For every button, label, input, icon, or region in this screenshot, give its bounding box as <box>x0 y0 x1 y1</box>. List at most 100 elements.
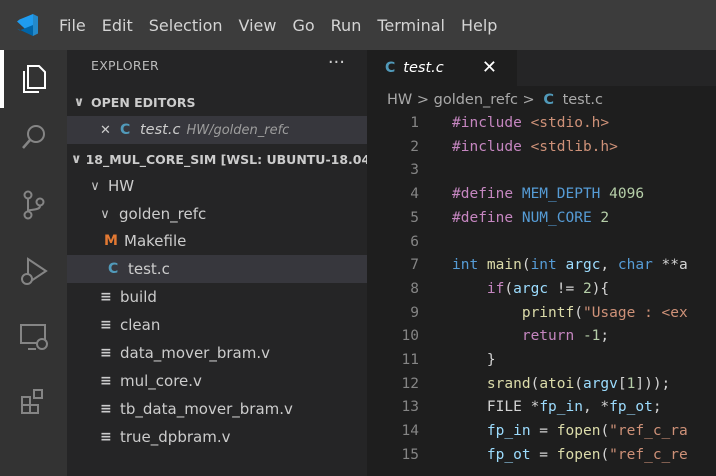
file-name: clean <box>120 316 161 334</box>
folder-label: golden_refc <box>119 205 207 223</box>
code-token: char <box>617 257 662 274</box>
code-token: [ <box>617 375 627 392</box>
extensions-icon[interactable] <box>0 372 67 430</box>
code-line[interactable]: 14 fp_in = fopen("ref_c_ra <box>367 423 716 447</box>
code-line[interactable]: 15 fp_ot = fopen("ref_c_re <box>367 447 716 471</box>
code-token: #include <box>452 138 531 155</box>
explorer-header: EXPLORER <box>91 58 160 73</box>
line-text: #define NUM_CORE 2 <box>452 210 609 226</box>
code-token: fp_ot <box>486 446 531 463</box>
menu-view[interactable]: View <box>239 16 277 35</box>
code-line[interactable]: 4 #define MEM_DEPTH 4096 <box>367 186 716 210</box>
text-file-icon: ≡ <box>100 401 112 417</box>
code-line[interactable]: 10 return -1; <box>367 328 716 352</box>
menu-go[interactable]: Go <box>292 16 314 35</box>
more-actions-button[interactable]: ··· <box>328 52 345 73</box>
menu-edit[interactable]: Edit <box>102 16 133 35</box>
code-line[interactable]: 5 #define NUM_CORE 2 <box>367 210 716 234</box>
open-editor-path: HW/golden_refc <box>186 122 290 138</box>
run-debug-icon[interactable] <box>0 242 67 300</box>
file-name: build <box>120 288 157 306</box>
file-item-true-dpbram[interactable]: ≡ true_dpbram.v <box>67 423 367 451</box>
file-name: tb_data_mover_bram.v <box>120 400 293 418</box>
menu-terminal[interactable]: Terminal <box>377 16 445 35</box>
c-file-icon: C <box>108 261 119 277</box>
code-line[interactable]: 1 #include <stdio.h> <box>367 115 716 139</box>
source-control-icon[interactable] <box>0 176 67 234</box>
workspace-section[interactable]: ∨ 18_MUL_CORE_SIM [WSL: UBUNTU-18.04] <box>67 145 367 173</box>
code-token: atoi <box>539 375 575 392</box>
breadcrumb-test-c[interactable]: test.c <box>563 92 603 108</box>
c-file-icon: C <box>543 92 554 108</box>
file-item-makefile[interactable]: M Makefile <box>67 227 367 255</box>
chevron-down-icon: ∨ <box>100 206 110 222</box>
file-item-tb-data-mover-bram[interactable]: ≡ tb_data_mover_bram.v <box>67 395 367 423</box>
breadcrumb-golden-refc[interactable]: golden_refc <box>434 92 518 108</box>
code-token: MEM_DEPTH <box>521 186 601 203</box>
code-token: , <box>600 257 618 274</box>
text-file-icon: ≡ <box>100 289 112 305</box>
vscode-logo-icon <box>17 14 38 36</box>
menu-help[interactable]: Help <box>461 16 497 35</box>
code-token: printf <box>521 304 575 321</box>
code-line[interactable]: 6 <box>367 234 716 258</box>
line-number: 1 <box>410 115 419 131</box>
menu-file[interactable]: File <box>59 16 86 35</box>
code-token: 4096 <box>600 186 645 203</box>
code-token: 2 <box>591 209 610 226</box>
code-token: fopen <box>556 423 601 440</box>
code-token: int <box>452 257 487 274</box>
open-editors-section[interactable]: ∨ OPEN EDITORS <box>67 88 367 116</box>
code-token: return <box>521 328 583 345</box>
code-line[interactable]: 9 printf("Usage : <ex <box>367 305 716 329</box>
folder-golden-refc[interactable]: ∨ golden_refc <box>67 200 367 228</box>
file-name: Makefile <box>124 232 187 250</box>
file-item-clean[interactable]: ≡ clean <box>67 311 367 339</box>
file-item-build[interactable]: ≡ build <box>67 283 367 311</box>
code-line[interactable]: 2 #include <stdlib.h> <box>367 139 716 163</box>
file-item-test-c[interactable]: C test.c <box>67 255 367 283</box>
editor-area: C test.c ✕ HW > golden_refc > C test.c 1… <box>367 50 716 476</box>
tab-test-c[interactable]: C test.c ✕ <box>367 50 517 86</box>
menu-run[interactable]: Run <box>331 16 362 35</box>
breadcrumb-separator: > <box>416 92 430 108</box>
code-line[interactable]: 12 srand(atoi(argv[1])); <box>367 376 716 400</box>
file-item-mul-core[interactable]: ≡ mul_core.v <box>67 367 367 395</box>
code-line[interactable]: 13 FILE *fp_in, *fp_ot; <box>367 399 716 423</box>
explorer-icon[interactable] <box>0 50 67 108</box>
code-token: #include <box>452 115 531 131</box>
file-item-data-mover-bram[interactable]: ≡ data_mover_bram.v <box>67 339 367 367</box>
code-line[interactable]: 3 <box>367 162 716 186</box>
code-line[interactable]: 8 if(argc != 2){ <box>367 281 716 305</box>
line-text: srand(atoi(argv[1])); <box>452 376 670 392</box>
breadcrumb-hw[interactable]: HW <box>387 92 412 108</box>
close-tab-icon[interactable]: ✕ <box>482 57 497 78</box>
open-editor-item[interactable]: ✕ C test.c HW/golden_refc <box>67 116 367 144</box>
code-token: "ref_c_re <box>609 446 688 463</box>
code-token: #define <box>452 186 522 203</box>
code-token: argc <box>513 280 549 297</box>
line-text: fp_in = fopen("ref_c_ra <box>452 423 688 439</box>
line-text: #include <stdlib.h> <box>452 139 618 155</box>
code-token: ( <box>600 446 610 463</box>
file-name: data_mover_bram.v <box>120 344 270 362</box>
line-number: 6 <box>410 233 419 250</box>
code-token: "Usage : <ex <box>582 304 688 321</box>
close-icon[interactable]: ✕ <box>100 123 120 138</box>
folder-hw[interactable]: ∨ HW <box>67 172 367 200</box>
code-token: if <box>486 280 505 297</box>
line-text: return -1; <box>452 328 609 344</box>
remote-explorer-icon[interactable] <box>0 308 67 366</box>
code-line[interactable]: 11 } <box>367 352 716 376</box>
search-icon[interactable] <box>0 108 67 166</box>
active-indicator <box>0 50 4 108</box>
code-line[interactable]: 7 int main(int argc, char **a <box>367 257 716 281</box>
line-number: 7 <box>410 257 419 274</box>
line-text: fp_ot = fopen("ref_c_re <box>452 447 688 463</box>
menu-selection[interactable]: Selection <box>149 16 223 35</box>
